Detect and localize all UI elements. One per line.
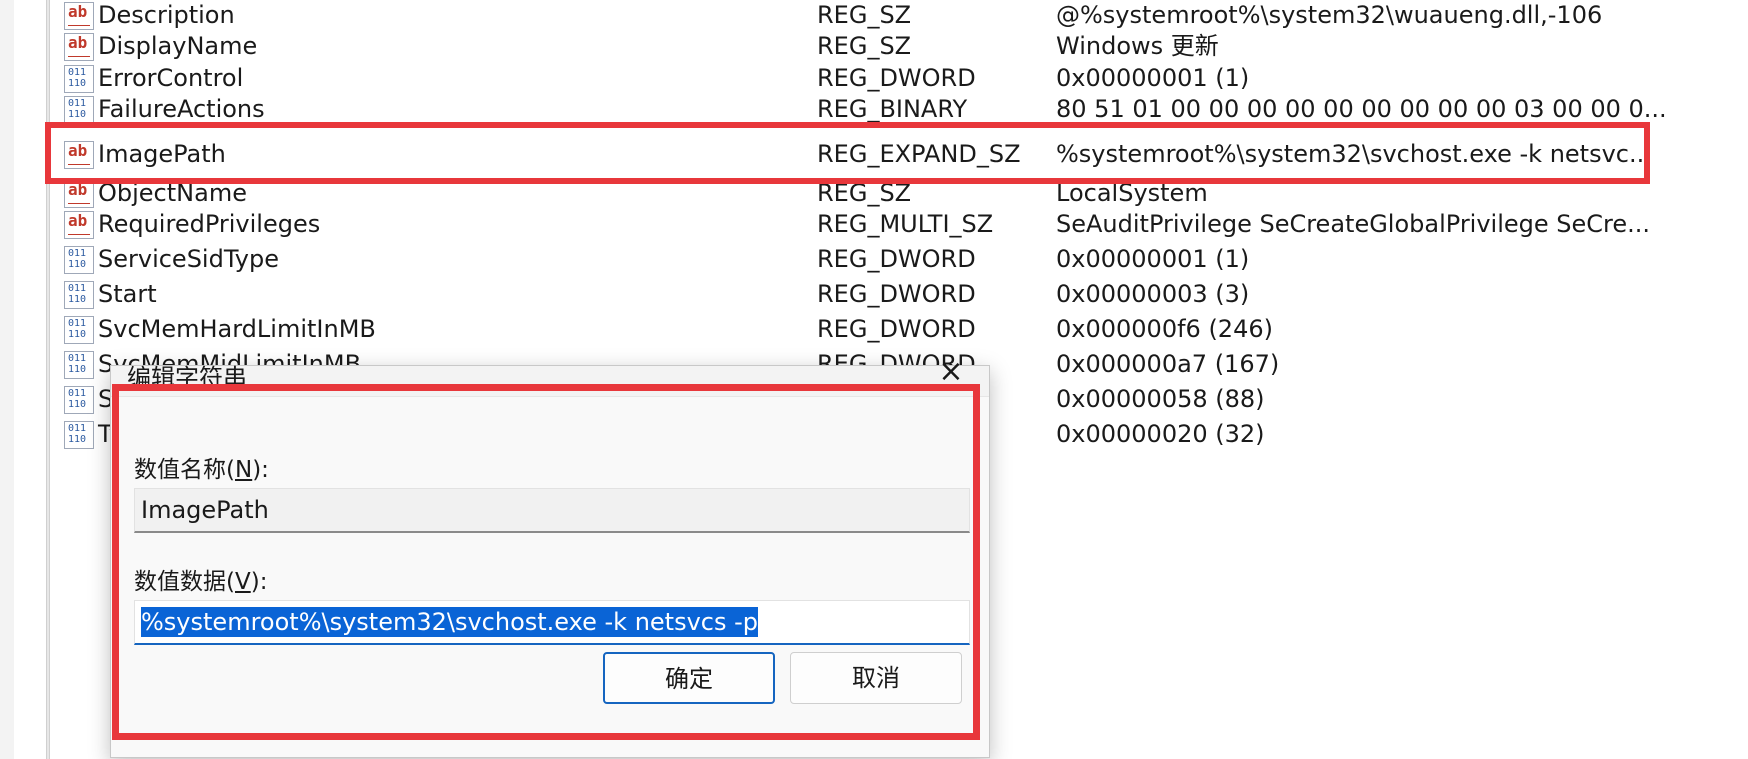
value-type: REG_MULTI_SZ [817,210,994,238]
value-name: ObjectName [98,179,247,207]
value-type: REG_SZ [817,32,912,60]
value-name: ErrorControl [98,64,244,92]
value-name: FailureActions [98,95,265,123]
pane-splitter[interactable] [46,0,50,759]
value-name: DisplayName [98,32,258,60]
value-name: ImagePath [98,140,226,168]
string-value-icon [64,178,94,208]
value-data-field[interactable]: %systemroot%\system32\svchost.exe -k net… [134,600,970,645]
list-item[interactable]: RequiredPrivileges REG_MULTI_SZ SeAuditP… [64,207,1650,242]
value-type: REG_DWORD [817,280,976,308]
list-item[interactable]: ErrorControl REG_DWORD 0x00000001 (1) [64,61,1624,96]
binary-value-icon [64,421,94,449]
value-data: 80 51 01 00 00 00 00 00 00 00 00 00 03 0… [1056,95,1667,123]
value-data: 0x00000003 (3) [1056,280,1250,308]
value-data: 0x00000058 (88) [1056,385,1265,413]
value-name: RequiredPrivileges [98,210,321,238]
value-name: Start [98,280,157,308]
list-item[interactable]: ImagePath REG_EXPAND_SZ %systemroot%\sys… [64,137,1652,172]
value-name-field[interactable]: ImagePath [134,488,970,533]
value-type: REG_SZ [817,179,912,207]
binary-value-icon [64,246,94,274]
string-value-icon [64,31,94,61]
binary-value-icon [64,281,94,309]
list-item[interactable]: ObjectName REG_SZ LocalSystem [64,176,1624,211]
list-item[interactable]: DisplayName REG_SZ Windows 更新 [64,29,1624,64]
binary-value-icon [64,96,94,124]
value-type: REG_EXPAND_SZ [817,140,1021,168]
list-item[interactable]: ServiceSidType REG_DWORD 0x00000001 (1) [64,242,1624,277]
binary-value-icon [64,65,94,93]
string-value-icon [64,209,94,239]
binary-value-icon [64,386,94,414]
key-tree-pane [0,0,14,759]
value-name: SvcMemHardLimitInMB [98,315,376,343]
value-data: %systemroot%\system32\svchost.exe -k net… [1056,140,1652,168]
list-item[interactable]: FailureActions REG_BINARY 80 51 01 00 00… [64,92,1667,127]
selected-text: %systemroot%\system32\svchost.exe -k net… [141,607,759,637]
value-data: Windows 更新 [1056,32,1219,60]
close-icon[interactable]: × [931,354,971,390]
binary-value-icon [64,316,94,344]
ok-button[interactable]: 确定 [603,652,775,704]
value-data: LocalSystem [1056,179,1208,207]
value-name: ServiceSidType [98,245,279,273]
list-item[interactable]: Start REG_DWORD 0x00000003 (3) [64,277,1624,312]
cancel-button[interactable]: 取消 [790,652,962,704]
value-data-label: 数值数据(V): [134,569,268,595]
value-data: 0x00000001 (1) [1056,245,1250,273]
value-type: REG_BINARY [817,95,968,123]
value-data: 0x00000020 (32) [1056,420,1265,448]
binary-value-icon [64,351,94,379]
value-type: REG_DWORD [817,315,976,343]
value-type: REG_DWORD [817,245,976,273]
value-data: SeAuditPrivilege SeCreateGlobalPrivilege… [1056,210,1651,238]
value-data: 0x000000f6 (246) [1056,315,1273,343]
string-value-icon [64,0,94,30]
value-data: 0x000000a7 (167) [1056,350,1280,378]
value-data: 0x00000001 (1) [1056,64,1250,92]
value-type: REG_DWORD [817,64,976,92]
list-item[interactable]: SvcMemHardLimitInMB REG_DWORD 0x000000f6… [64,312,1624,347]
string-value-icon [64,139,94,169]
value-name-label: 数值名称(N): [134,457,269,483]
dialog-title: 编辑字符串 [127,364,247,392]
